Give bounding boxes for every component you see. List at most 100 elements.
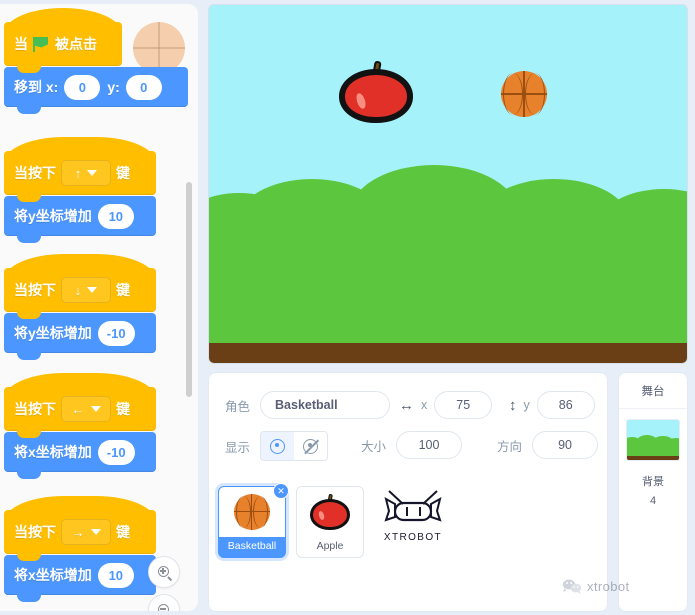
sprite-size-row: 大小 100 — [361, 431, 463, 459]
block-label: 将x坐标增加 — [14, 444, 92, 460]
key-dropdown[interactable]: ↑ — [61, 160, 111, 186]
watermark-text: xtrobot — [587, 579, 630, 594]
block-label-suffix: 键 — [116, 165, 130, 181]
key-dropdown-value: ← — [71, 401, 85, 417]
key-dropdown-value: → — [71, 524, 85, 540]
block-label: 将y坐标增加 — [14, 325, 92, 341]
workspace-scrollbar[interactable] — [186, 182, 192, 397]
script-when-flag-clicked[interactable]: 当 被点击 移到 x: 0 y: 0 — [4, 8, 188, 114]
xtrobot-logo: XTROBOT — [377, 487, 449, 543]
script-when-up-key-pressed[interactable]: 当按下 ↑ 键 将y坐标增加 10 — [4, 137, 156, 243]
wechat-icon — [562, 579, 582, 594]
zoom-out-button[interactable] — [148, 594, 180, 611]
sprite-list-item-apple[interactable]: Apple — [296, 486, 364, 558]
sprite-visibility-row: 显示 — [225, 431, 329, 461]
input-value[interactable]: 10 — [97, 562, 134, 588]
sprite-direction-input[interactable]: 90 — [532, 431, 599, 459]
script-when-right-key-pressed[interactable]: 当按下 → 键 将x坐标增加 10 — [4, 496, 156, 602]
block-label: 移到 x: — [14, 79, 59, 95]
basketball-icon — [234, 494, 270, 530]
sprite-y-label: y — [523, 398, 530, 412]
block-label-prefix: 当按下 — [14, 165, 56, 181]
block-when-key-pressed-down[interactable]: 当按下 ↓ 键 — [4, 254, 156, 319]
block-notch — [17, 65, 41, 73]
basketball-seam — [503, 73, 523, 115]
block-when-key-pressed-up[interactable]: 当按下 ↑ 键 — [4, 137, 156, 202]
block-workspace[interactable]: 当 被点击 移到 x: 0 y: 0 当按下 ↑ 键 将y坐标增加 10 当按下… — [0, 4, 198, 611]
block-when-key-pressed-right[interactable]: 当按下 → 键 — [4, 496, 156, 561]
block-label-y: y: — [107, 79, 120, 95]
show-sprite-button[interactable] — [261, 432, 295, 460]
green-flag-icon — [33, 36, 50, 52]
sprite-info-panel: 角色 Basketball ↔ x 75 ↕ y 86 显示 大小 100 方向 — [208, 372, 608, 612]
stage-selector-panel[interactable]: 舞台 背景 4 — [618, 372, 688, 612]
stage-canvas[interactable] — [208, 4, 688, 364]
input-value[interactable]: 10 — [97, 203, 134, 229]
stage-panel-header: 舞台 — [619, 373, 687, 409]
key-dropdown[interactable]: ↓ — [61, 277, 111, 303]
input-x[interactable]: 0 — [64, 74, 101, 100]
stage-sprite-basketball[interactable] — [501, 71, 547, 117]
sprite-x-input[interactable]: 75 — [434, 391, 493, 419]
app-root: 当 被点击 移到 x: 0 y: 0 当按下 ↑ 键 将y坐标增加 10 当按下… — [0, 0, 695, 615]
sprite-list-item-label: Apple — [316, 540, 344, 552]
chevron-down-icon — [90, 529, 101, 535]
block-change-x-by[interactable]: 将x坐标增加 10 — [4, 555, 156, 602]
block-label: 将x坐标增加 — [14, 567, 92, 583]
script-when-down-key-pressed[interactable]: 当按下 ↓ 键 将y坐标增加 -10 — [4, 254, 156, 360]
block-notch — [17, 430, 41, 438]
sprite-size-label: 大小 — [361, 439, 387, 454]
visibility-toggle-group[interactable] — [260, 431, 329, 461]
block-label: 将y坐标增加 — [14, 208, 92, 224]
sprite-thumbnail — [297, 487, 363, 537]
key-dropdown-value: ↓ — [74, 282, 82, 298]
eye-icon — [270, 438, 286, 454]
sprite-name-row: 角色 Basketball — [225, 391, 391, 419]
block-when-key-pressed-left[interactable]: 当按下 ← 键 — [4, 373, 156, 438]
zoom-in-icon — [157, 565, 172, 581]
block-change-y-by[interactable]: 将y坐标增加 -10 — [4, 313, 156, 360]
sprite-name-label: 角色 — [225, 399, 251, 414]
xtrobot-logo-caption: XTROBOT — [383, 532, 443, 543]
stage-ground — [209, 343, 687, 363]
block-label-prefix: 当按下 — [14, 524, 56, 540]
block-label-prefix: 当按下 — [14, 401, 56, 417]
backdrop-label: 背景 — [642, 476, 664, 488]
sprite-direction-row: 方向 90 — [497, 431, 599, 459]
input-y[interactable]: 0 — [125, 74, 162, 100]
input-value[interactable]: -10 — [97, 439, 135, 465]
apple-icon — [310, 493, 350, 530]
backdrop-count: 4 — [649, 495, 657, 507]
apple-highlight — [354, 92, 368, 110]
sprite-size-input[interactable]: 100 — [396, 431, 463, 459]
sprite-direction-label: 方向 — [497, 439, 523, 454]
block-when-flag-clicked[interactable]: 当 被点击 — [4, 8, 122, 73]
block-label-prefix: 当 — [14, 36, 28, 52]
sprite-list-item-basketball[interactable]: ✕ Basketball — [218, 483, 289, 558]
hide-sprite-button[interactable] — [294, 432, 328, 460]
close-icon[interactable]: ✕ — [273, 483, 289, 499]
script-when-left-key-pressed[interactable]: 当按下 ← 键 将x坐标增加 -10 — [4, 373, 156, 479]
backdrop-thumbnail[interactable] — [626, 419, 680, 461]
block-change-x-by[interactable]: 将x坐标增加 -10 — [4, 432, 156, 479]
block-label-prefix: 当按下 — [14, 282, 56, 298]
key-dropdown[interactable]: ← — [61, 396, 111, 422]
stage-sprite-apple[interactable] — [339, 60, 413, 123]
eye-off-icon — [303, 438, 319, 454]
sprite-y-input[interactable]: 86 — [536, 391, 595, 419]
sprite-name-input[interactable]: Basketball — [260, 391, 391, 419]
block-go-to-xy[interactable]: 移到 x: 0 y: 0 — [4, 67, 188, 114]
sprite-show-label: 显示 — [225, 440, 251, 455]
zoom-in-button[interactable] — [148, 556, 180, 588]
block-change-y-by[interactable]: 将y坐标增加 10 — [4, 196, 156, 243]
sprite-x-row: ↔ x 75 — [399, 391, 493, 419]
basketball-seam — [525, 73, 545, 115]
chevron-down-icon — [87, 287, 98, 293]
watermark: xtrobot — [562, 578, 630, 595]
block-notch — [17, 311, 41, 319]
horizontal-arrow-icon: ↔ — [399, 396, 414, 414]
zoom-out-icon — [157, 603, 171, 611]
key-dropdown[interactable]: → — [61, 519, 111, 545]
block-label-suffix: 被点击 — [55, 36, 97, 52]
input-value[interactable]: -10 — [97, 320, 135, 346]
